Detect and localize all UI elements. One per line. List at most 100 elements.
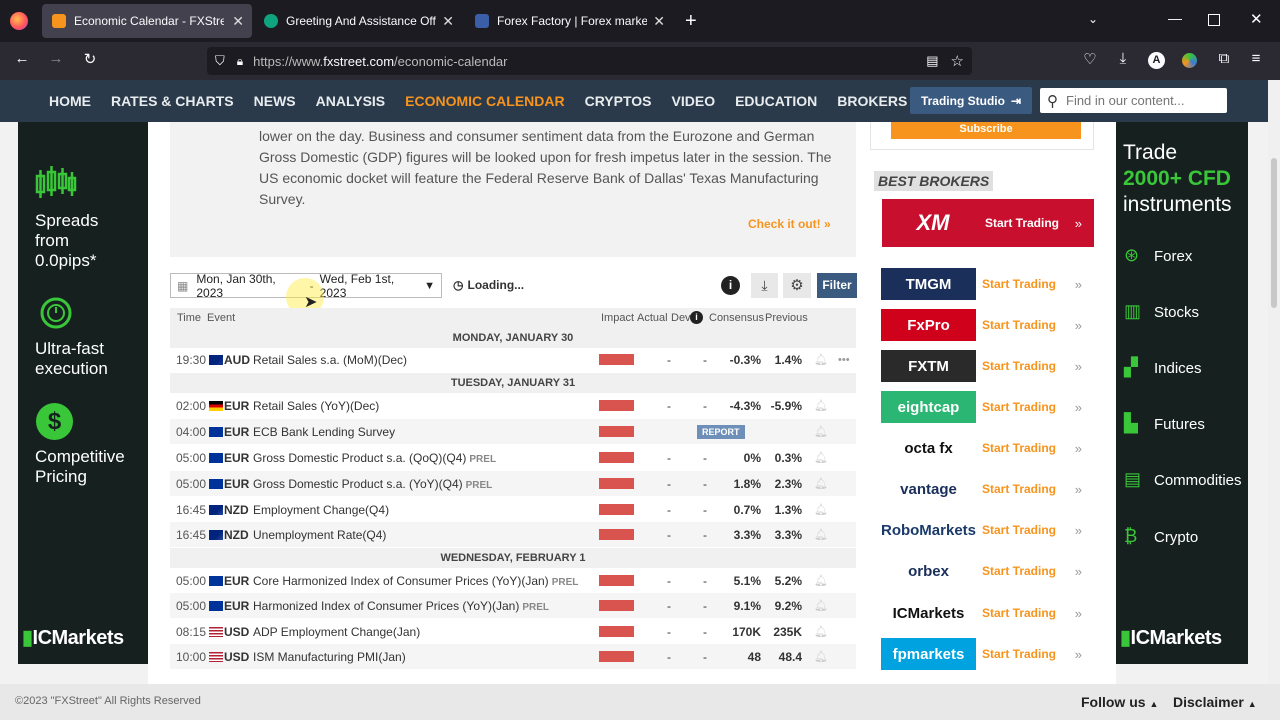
table-row[interactable]: 08:15 USD ADP Employment Change(Jan) - -… bbox=[170, 619, 856, 644]
menu-hamburger-icon[interactable]: ≡ bbox=[1246, 50, 1266, 67]
close-tab-icon[interactable]: ✕ bbox=[653, 13, 665, 30]
shield-icon[interactable]: ⛉ bbox=[215, 53, 225, 69]
event-name[interactable]: Employment Change(Q4) bbox=[253, 503, 389, 517]
event-name[interactable]: Harmonized Index of Consumer Prices (YoY… bbox=[253, 599, 549, 613]
table-row[interactable]: 04:00 EUR ECB Bank Lending Survey REPORT… bbox=[170, 419, 856, 444]
back-icon[interactable]: ← bbox=[12, 50, 32, 67]
start-trading-link[interactable]: Start Trading bbox=[982, 400, 1056, 414]
broker-card[interactable]: octa fx Start Trading » bbox=[881, 430, 1094, 466]
follow-us-toggle[interactable]: Follow us ▲ bbox=[1081, 694, 1158, 710]
nav-brokers[interactable]: BROKERS bbox=[837, 93, 907, 109]
url-bar[interactable]: ⛉ 🔒︎ https://www. fxstreet.com/economic-c… bbox=[207, 47, 972, 75]
firefox-icon[interactable] bbox=[10, 12, 28, 30]
broker-card[interactable]: XM Start Trading » bbox=[882, 199, 1094, 247]
nav-video[interactable]: VIDEO bbox=[672, 93, 716, 109]
reload-icon[interactable]: ↻ bbox=[80, 50, 100, 68]
page-scrollbar[interactable] bbox=[1268, 80, 1280, 720]
ad-instrument-item[interactable]: ▞ Indices bbox=[1124, 357, 1202, 379]
event-name[interactable]: Gross Domestic Product s.a. (YoY)(Q4) PRE… bbox=[253, 477, 492, 491]
ad-instrument-item[interactable]: ⊛ Forex bbox=[1124, 245, 1192, 267]
broker-card[interactable]: orbex Start Trading » bbox=[881, 553, 1094, 589]
event-name[interactable]: ADP Employment Change(Jan) bbox=[253, 625, 420, 639]
more-options-icon[interactable]: ••• bbox=[838, 354, 850, 366]
bell-icon[interactable]: 🔔︎ bbox=[814, 399, 828, 412]
bookmark-star-icon[interactable]: ☆ bbox=[951, 52, 964, 70]
bell-icon[interactable]: 🔔︎ bbox=[814, 650, 828, 663]
trading-studio-button[interactable]: Trading Studio ⇥ bbox=[910, 87, 1032, 114]
bell-icon[interactable]: 🔔︎ bbox=[814, 451, 828, 464]
tab-list-chevron-icon[interactable]: ⌄ bbox=[1088, 12, 1098, 26]
ad-instrument-item[interactable]: ▥ Stocks bbox=[1124, 301, 1199, 323]
ad-instrument-item[interactable]: ▤ Commodities bbox=[1124, 469, 1242, 491]
nav-economic-calendar[interactable]: ECONOMIC CALENDAR bbox=[405, 93, 564, 109]
bell-icon[interactable]: 🔔︎ bbox=[814, 503, 828, 516]
nav-analysis[interactable]: ANALYSIS bbox=[316, 93, 386, 109]
settings-button[interactable]: ⚙ bbox=[783, 273, 811, 298]
report-badge[interactable]: REPORT bbox=[697, 425, 745, 439]
maximize-icon[interactable] bbox=[1208, 14, 1220, 26]
event-name[interactable]: ECB Bank Lending Survey bbox=[253, 425, 395, 439]
broker-card[interactable]: ICMarkets Start Trading » bbox=[881, 595, 1094, 631]
start-trading-link[interactable]: Start Trading bbox=[982, 647, 1056, 661]
extension-icon[interactable] bbox=[1182, 53, 1197, 68]
bell-icon[interactable]: 🔔︎ bbox=[814, 574, 828, 587]
check-it-out-link[interactable]: Check it out! » bbox=[748, 217, 831, 231]
broker-card[interactable]: FxPro Start Trading » bbox=[881, 307, 1094, 343]
start-trading-link[interactable]: Start Trading bbox=[982, 606, 1056, 620]
nav-home[interactable]: HOME bbox=[49, 93, 91, 109]
profile-avatar[interactable]: A bbox=[1148, 52, 1165, 69]
filter-button[interactable]: Filter bbox=[817, 273, 857, 298]
bell-icon[interactable]: 🔔︎ bbox=[814, 528, 828, 541]
search-input[interactable] bbox=[1066, 93, 1216, 108]
right-ad-banner[interactable]: Trade 2000+ CFD instruments ▮ICMarkets bbox=[1116, 122, 1248, 664]
event-name[interactable]: Unemployment Rate(Q4) bbox=[253, 528, 386, 542]
table-row[interactable]: 16:45 NZD Unemployment Rate(Q4) - - 3.3%… bbox=[170, 522, 856, 547]
bell-icon[interactable]: 🔔︎ bbox=[814, 599, 828, 612]
table-row[interactable]: 05:00 EUR Harmonized Index of Consumer P… bbox=[170, 593, 856, 618]
close-window-icon[interactable]: ✕ bbox=[1250, 10, 1263, 28]
nav-news[interactable]: NEWS bbox=[254, 93, 296, 109]
tab-economic-calendar[interactable]: Economic Calendar - FXStreet ✕ bbox=[42, 4, 252, 38]
event-name[interactable]: Retail Sales s.a. (MoM)(Dec) bbox=[253, 353, 407, 367]
broker-card[interactable]: FXTM Start Trading » bbox=[881, 348, 1094, 384]
info-icon[interactable]: i bbox=[721, 276, 740, 295]
start-trading-link[interactable]: Start Trading bbox=[982, 482, 1056, 496]
broker-card[interactable]: vantage Start Trading » bbox=[881, 471, 1094, 507]
bell-icon[interactable]: 🔔︎ bbox=[814, 425, 828, 438]
close-tab-icon[interactable]: ✕ bbox=[232, 13, 244, 30]
extensions-puzzle-icon[interactable]: ⧉ bbox=[1214, 50, 1234, 67]
broker-card[interactable]: TMGM Start Trading » bbox=[881, 266, 1094, 302]
event-name[interactable]: Retail Sales (YoY)(Dec) bbox=[253, 399, 379, 413]
bell-icon[interactable]: 🔔︎ bbox=[814, 625, 828, 638]
forward-icon[interactable]: → bbox=[46, 50, 66, 67]
start-trading-link[interactable]: Start Trading bbox=[982, 318, 1056, 332]
left-ad-banner[interactable]: Spreads from 0.0pips* Ultra-fast executi… bbox=[18, 122, 148, 664]
table-row[interactable]: 16:45 NZD Employment Change(Q4) - - 0.7%… bbox=[170, 497, 856, 522]
reader-view-icon[interactable]: ▤ bbox=[926, 53, 938, 69]
start-trading-link[interactable]: Start Trading bbox=[985, 216, 1059, 230]
table-row[interactable]: 10:00 USD ISM Manufacturing PMI(Jan) - -… bbox=[170, 644, 856, 669]
table-row[interactable]: 05:00 EUR Gross Domestic Product s.a. (Y… bbox=[170, 471, 856, 496]
new-tab-button[interactable]: + bbox=[685, 10, 697, 33]
pocket-icon[interactable]: ♡ bbox=[1080, 50, 1100, 68]
dev-info-icon[interactable]: i bbox=[690, 311, 703, 324]
site-search-box[interactable]: ⚲ bbox=[1040, 88, 1227, 113]
disclaimer-toggle[interactable]: Disclaimer ▲ bbox=[1173, 694, 1257, 710]
download-csv-button[interactable]: ⤓ bbox=[751, 273, 778, 298]
broker-card[interactable]: eightcap Start Trading » bbox=[881, 389, 1094, 425]
start-trading-link[interactable]: Start Trading bbox=[982, 441, 1056, 455]
bell-icon[interactable]: 🔔︎ bbox=[814, 353, 828, 366]
ad-instrument-item[interactable]: ▙ Futures bbox=[1124, 413, 1205, 435]
minimize-icon[interactable]: — bbox=[1168, 10, 1182, 26]
subscribe-button[interactable]: Subscribe bbox=[891, 122, 1081, 139]
lock-icon[interactable]: 🔒︎ bbox=[237, 54, 243, 69]
start-trading-link[interactable]: Start Trading bbox=[982, 523, 1056, 537]
nav-education[interactable]: EDUCATION bbox=[735, 93, 817, 109]
broker-card[interactable]: fpmarkets Start Trading » bbox=[881, 636, 1094, 672]
table-row[interactable]: 02:00 EUR Retail Sales (YoY)(Dec) - - -4… bbox=[170, 393, 856, 418]
event-name[interactable]: ISM Manufacturing PMI(Jan) bbox=[253, 650, 406, 664]
start-trading-link[interactable]: Start Trading bbox=[982, 277, 1056, 291]
event-name[interactable]: Core Harmonized Index of Consumer Prices… bbox=[253, 574, 578, 588]
download-icon[interactable]: ⤓ bbox=[1113, 50, 1133, 67]
broker-card[interactable]: RoboMarkets Start Trading » bbox=[881, 512, 1094, 548]
